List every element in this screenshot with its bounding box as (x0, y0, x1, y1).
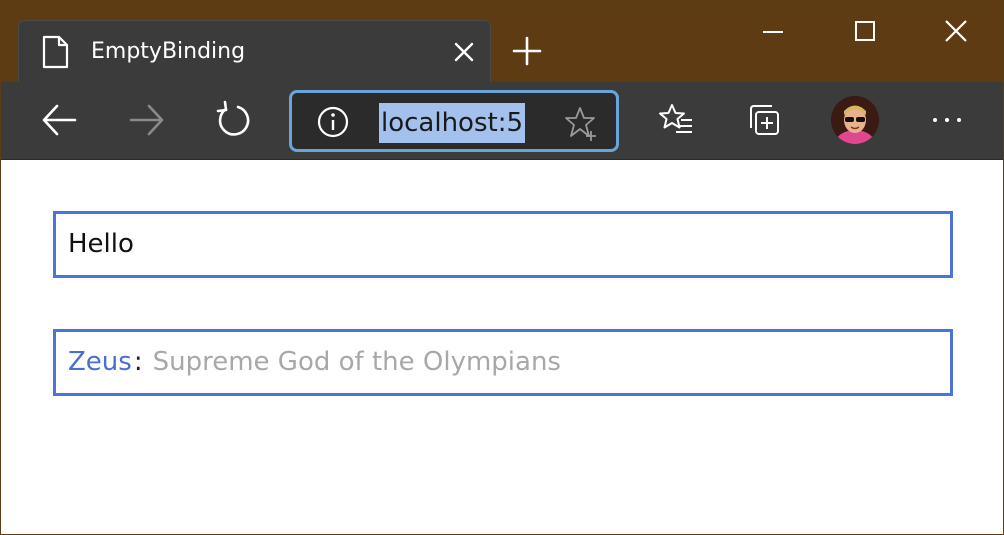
hello-input-value: Hello (68, 229, 134, 259)
minimize-icon[interactable] (756, 15, 790, 49)
add-favorite-star-icon[interactable] (564, 105, 600, 141)
close-window-icon[interactable] (939, 15, 973, 49)
god-text-input[interactable]: Zeus: Supreme God of the Olympians (53, 329, 953, 396)
profile-avatar[interactable] (831, 96, 879, 144)
back-arrow-icon[interactable] (39, 100, 79, 140)
god-separator: : (133, 347, 143, 377)
tab-title: EmptyBinding (91, 39, 246, 64)
page-content: Hello Zeus: Supreme God of the Olympians (1, 160, 1003, 534)
refresh-icon[interactable] (214, 100, 254, 140)
more-options-icon[interactable] (927, 100, 967, 140)
address-bar[interactable]: localhost:5 (289, 90, 619, 152)
tab-close-icon[interactable] (453, 41, 475, 63)
tab-emptybinding[interactable]: EmptyBinding (18, 20, 491, 82)
maximize-icon[interactable] (848, 15, 882, 49)
info-icon[interactable] (316, 105, 350, 139)
new-tab-icon[interactable] (511, 35, 543, 67)
page-icon (41, 35, 69, 73)
god-description: Supreme God of the Olympians (152, 347, 561, 377)
god-name: Zeus (68, 347, 132, 377)
url-text[interactable]: localhost:5 (379, 103, 526, 143)
browser-window: EmptyBinding localhost:5 Hello Zeus: Sup… (0, 0, 1004, 535)
toolbar: localhost:5 (1, 82, 1003, 160)
title-bar: EmptyBinding (1, 1, 1003, 82)
hello-text-input[interactable]: Hello (53, 211, 953, 278)
favorites-list-icon[interactable] (657, 100, 697, 140)
forward-arrow-icon[interactable] (127, 100, 167, 140)
collections-icon[interactable] (745, 100, 785, 140)
